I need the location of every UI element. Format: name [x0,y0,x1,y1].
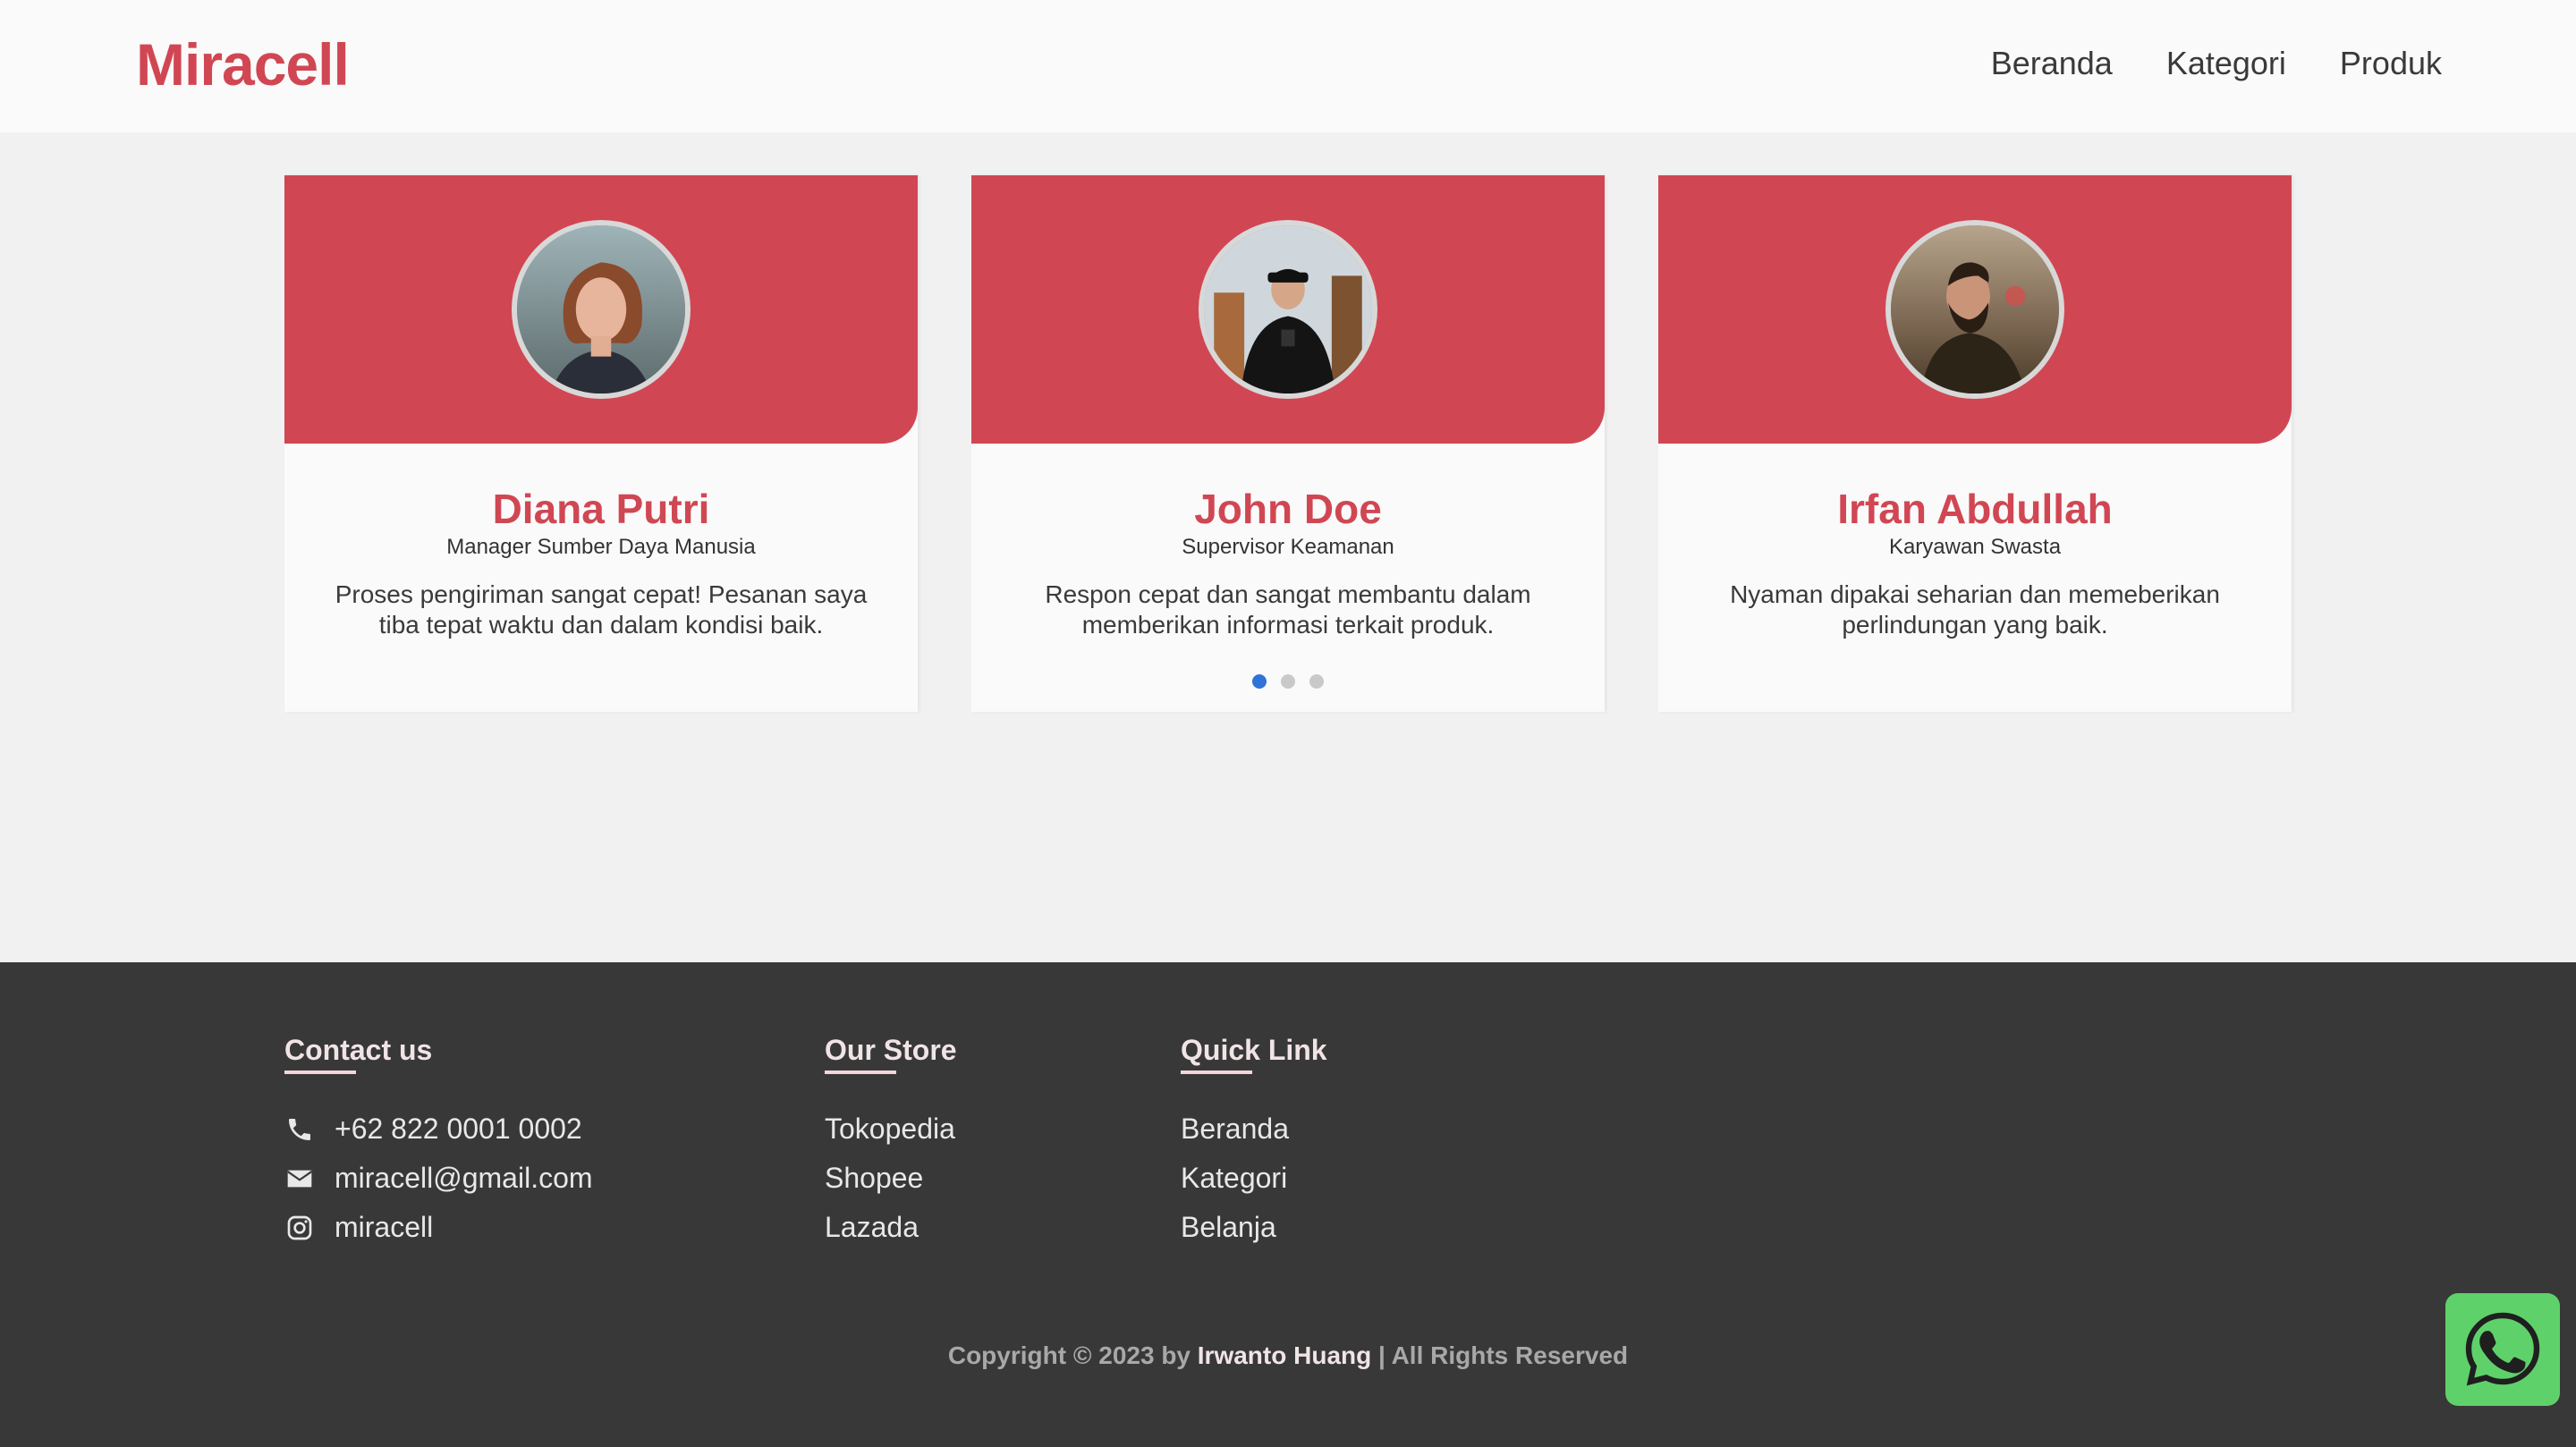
store-link-lazada[interactable]: Lazada [825,1211,919,1244]
testimonial-role: Manager Sumber Daya Manusia [446,535,756,559]
phone-icon [284,1114,315,1145]
site-header: Miracell Beranda Kategori Produk [0,0,2576,132]
store-link-shopee[interactable]: Shopee [825,1162,923,1195]
testimonial-quote: Respon cepat dan sangat membantu dalam m… [1045,580,1531,639]
avatar [1885,220,2064,399]
avatar [512,220,691,399]
testimonial-quote: Nyaman dipakai seharian dan memeberikan … [1730,580,2220,639]
footer-contact-title: Contact us [284,1034,432,1074]
contact-email[interactable]: miracell@gmail.com [284,1154,593,1203]
quick-link-beranda[interactable]: Beranda [1181,1113,1289,1146]
whatsapp-button[interactable] [2445,1293,2560,1406]
testimonial-card: Irfan Abdullah Karyawan Swasta Nyaman di… [1658,175,2292,712]
envelope-icon [284,1164,315,1194]
testimonial-name: Diana Putri [492,486,710,532]
copyright: Copyright © 2023 by Irwanto Huang | All … [0,1341,2576,1370]
testimonial-card: Diana Putri Manager Sumber Daya Manusia … [284,175,918,712]
man-cap-portrait-icon [1204,225,1372,393]
carousel-dot[interactable] [1252,674,1267,689]
footer-store-title: Our Store [825,1034,957,1074]
testimonial-quote: Proses pengiriman sangat cepat! Pesanan … [335,580,868,639]
copyright-author[interactable]: Irwanto Huang [1198,1341,1371,1369]
contact-phone[interactable]: +62 822 0001 0002 [284,1104,593,1154]
footer-contact: Contact us +62 822 0001 0002 miracell@gm… [284,1034,593,1252]
card-header [1658,175,2292,444]
nav-link-produk[interactable]: Produk [2340,45,2442,82]
instagram-icon [284,1213,315,1243]
testimonial-name: John Doe [1194,486,1382,532]
testimonial-role: Karyawan Swasta [1888,535,2062,559]
woman-portrait-icon [517,225,685,393]
testimonial-name: Irfan Abdullah [1837,486,2113,532]
carousel-dot[interactable] [1309,674,1324,689]
store-link-tokopedia[interactable]: Tokopedia [825,1113,955,1146]
contact-email-text: miracell@gmail.com [335,1162,593,1194]
footer-store: Our Store Tokopedia Shopee Lazada [825,1034,957,1252]
testimonial-card: John Doe Supervisor Keamanan Respon cepa… [971,175,1605,712]
testimonial-carousel: Diana Putri Manager Sumber Daya Manusia … [284,175,2292,712]
site-footer: Contact us +62 822 0001 0002 miracell@gm… [0,962,2576,1447]
card-header [284,175,918,444]
carousel-dots [971,674,1605,689]
card-header [971,175,1605,444]
copyright-prefix: Copyright © 2023 by [947,1341,1191,1369]
contact-instagram-text: miracell [335,1211,434,1243]
carousel-dot[interactable] [1281,674,1295,689]
quick-link-belanja[interactable]: Belanja [1181,1211,1276,1244]
nav-link-beranda[interactable]: Beranda [1991,45,2113,82]
contact-phone-text: +62 822 0001 0002 [335,1113,582,1145]
testimonial-role: Supervisor Keamanan [1182,535,1394,559]
avatar [1199,220,1377,399]
main-nav: Beranda Kategori Produk [1991,45,2442,82]
bearded-man-portrait-icon [1891,225,2059,393]
nav-link-kategori[interactable]: Kategori [2166,45,2286,82]
whatsapp-icon [2465,1312,2540,1386]
footer-quick-link: Quick Link Beranda Kategori Belanja [1181,1034,1327,1252]
footer-quick-link-title: Quick Link [1181,1034,1327,1074]
brand-logo[interactable]: Miracell [136,30,350,98]
quick-link-kategori[interactable]: Kategori [1181,1162,1287,1195]
contact-instagram[interactable]: miracell [284,1203,593,1252]
copyright-suffix: | All Rights Reserved [1378,1341,1629,1369]
